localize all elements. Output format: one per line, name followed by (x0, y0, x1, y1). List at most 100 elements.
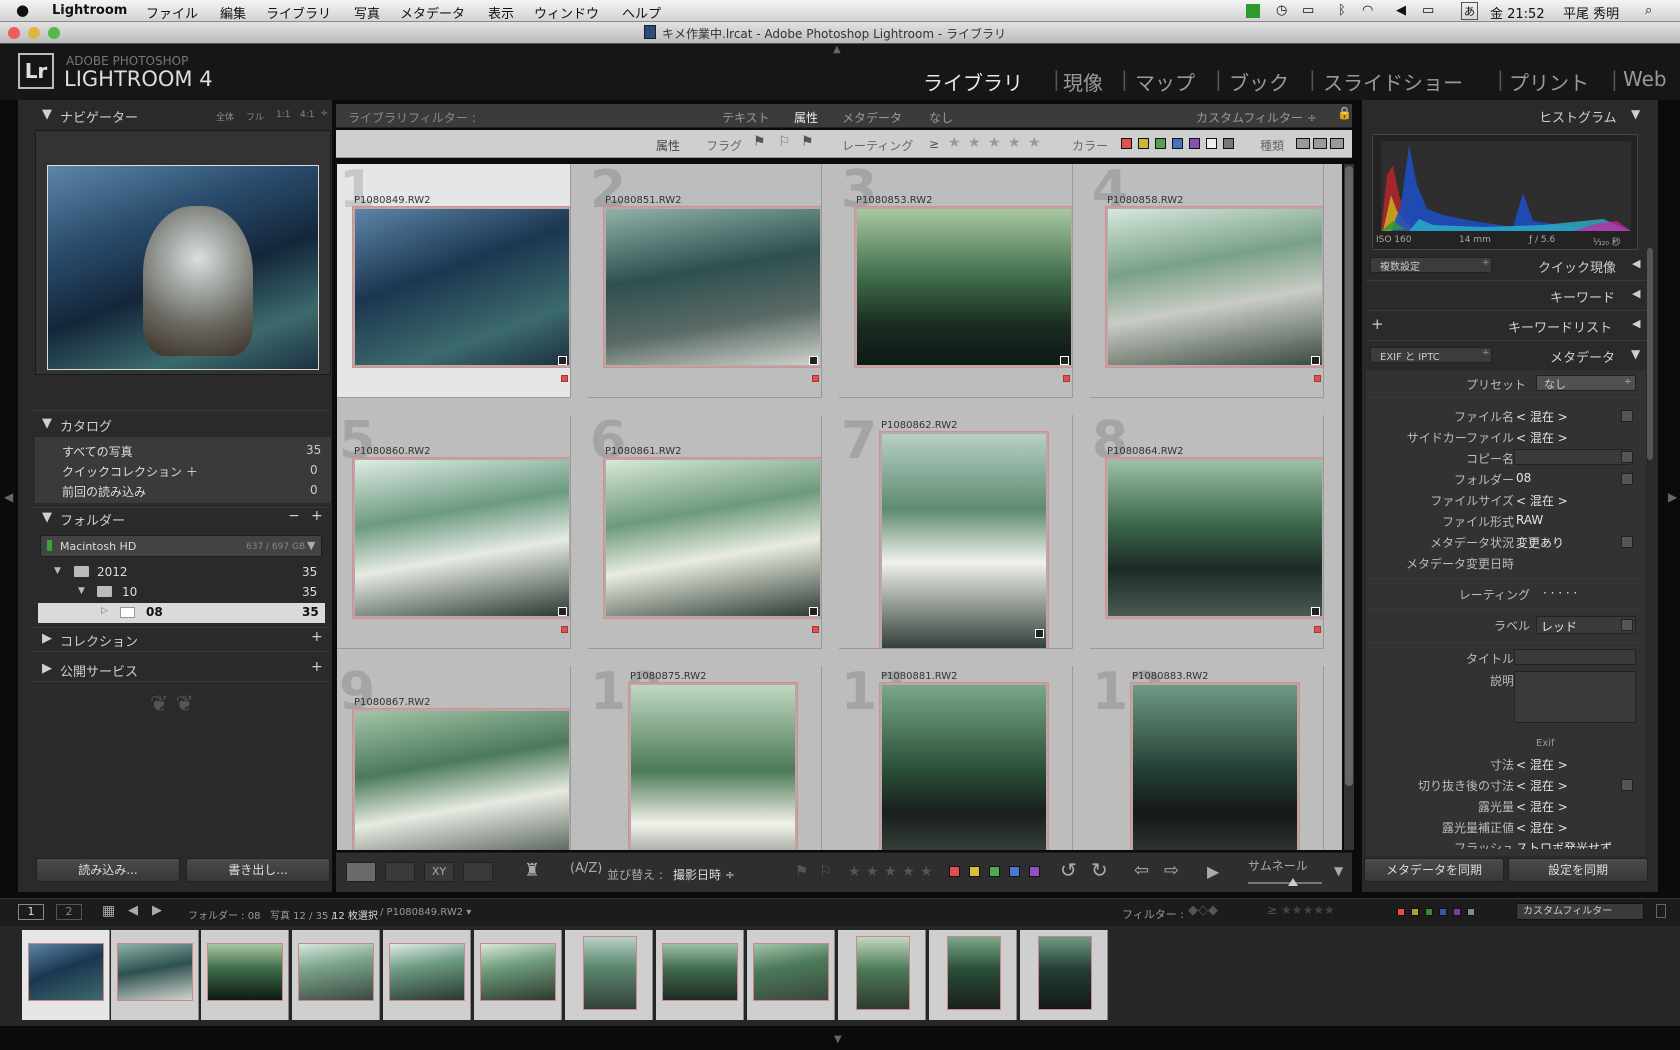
copy-name-field[interactable] (1514, 449, 1630, 465)
photo-thumbnail[interactable] (353, 709, 570, 850)
filmstrip-thumbnail[interactable] (583, 936, 637, 1010)
rating-star-icon[interactable]: ★ (968, 135, 981, 151)
photo-thumbnail[interactable] (1106, 207, 1323, 367)
toolbar-star-icon[interactable]: ★ (884, 864, 897, 880)
minimize-button[interactable] (28, 27, 40, 39)
status-app-icon[interactable] (1246, 4, 1260, 18)
color-filter-red[interactable] (1121, 138, 1132, 149)
input-method-icon[interactable]: あ (1461, 2, 1478, 20)
filmstrip-thumbnail[interactable] (298, 943, 374, 1001)
filmstrip-thumbnail[interactable] (753, 943, 829, 1001)
thumbnail-size-slider[interactable] (1248, 882, 1322, 884)
zoom-1-1[interactable]: 1:1 (276, 110, 290, 120)
filmstrip-thumbnail[interactable] (480, 943, 556, 1001)
sort-select[interactable]: 撮影日時 ÷ (673, 866, 735, 883)
sort-direction-icon[interactable]: (A/Z) (570, 861, 602, 876)
grid-cell[interactable]: 10 P1080875.RW2 (588, 666, 822, 850)
filmstrip-cell[interactable] (1020, 930, 1108, 1020)
filmstrip-thumbnail[interactable] (28, 943, 104, 1001)
play-slideshow-icon[interactable]: ▶ (1207, 862, 1219, 881)
filmstrip-cell[interactable] (656, 930, 744, 1020)
keyword-list-expand-icon[interactable]: ◀ (1632, 317, 1640, 330)
caption-field[interactable] (1514, 671, 1636, 723)
folder-10[interactable]: 10 (122, 585, 137, 599)
custom-filter-select[interactable]: カスタムフィルター ÷ (1196, 109, 1317, 126)
menu-metadata[interactable]: メタデータ (400, 3, 465, 22)
folder-2012[interactable]: 2012 (97, 565, 128, 579)
catalog-item-quick-collection[interactable]: クイックコレクション ＋ (62, 463, 198, 480)
grid-cell[interactable]: 6 P1080861.RW2 (588, 415, 822, 649)
quick-develop-title[interactable]: クイック現像 (1538, 257, 1616, 276)
add-keyword-button[interactable]: + (1371, 315, 1384, 333)
filmstrip-source[interactable]: フォルダー : 08 (188, 907, 260, 922)
color-filter-yellow[interactable] (1138, 138, 1149, 149)
zoom-fill[interactable]: フル (246, 110, 264, 123)
histogram[interactable]: ISO 160 14 mm ƒ / 5.6 ¹⁄₃₂₀ 秒 (1372, 134, 1638, 250)
folders-title[interactable]: フォルダー (60, 510, 125, 529)
meta-value-filename[interactable]: < 混在 > (1516, 408, 1568, 425)
photo-thumbnail[interactable] (880, 683, 1048, 850)
filmstrip-color-blue[interactable] (1439, 908, 1447, 916)
edited-badge-icon[interactable] (809, 356, 818, 365)
time-machine-icon[interactable]: ◷ (1276, 3, 1287, 18)
photo-thumbnail[interactable] (1131, 683, 1299, 850)
survey-view-icon[interactable] (463, 862, 493, 882)
folder-disclosure-icon[interactable]: ▼ (54, 566, 61, 576)
toolbar-label-purple[interactable] (1029, 866, 1040, 877)
menu-help[interactable]: ヘルプ (622, 3, 661, 22)
grid-view-icon[interactable]: ▦ (102, 903, 115, 919)
folder-row-selected[interactable] (38, 603, 325, 623)
grid-cell[interactable]: 3 P1080853.RW2 (839, 164, 1073, 398)
filmstrip-cell[interactable] (383, 930, 471, 1020)
filmstrip-color-other[interactable] (1467, 908, 1475, 916)
rating-star-icon[interactable]: ★ (1028, 135, 1041, 151)
filmstrip-cell[interactable] (474, 930, 562, 1020)
menu-view[interactable]: 表示 (488, 3, 514, 22)
filmstrip-cell[interactable] (565, 930, 653, 1020)
rating-star-icon[interactable]: ★ (948, 135, 961, 151)
menu-app[interactable]: Lightroom (52, 3, 127, 18)
filmstrip-cell[interactable] (22, 930, 110, 1020)
rating-star-icon[interactable]: ★ (1008, 135, 1021, 151)
battery-icon[interactable]: ▭ (1422, 3, 1434, 18)
filmstrip-color-purple[interactable] (1453, 908, 1461, 916)
wifi-icon[interactable]: ◠ (1362, 3, 1373, 18)
toolbar-menu-icon[interactable]: ▼ (1334, 864, 1343, 878)
menu-edit[interactable]: 編集 (220, 3, 246, 22)
kind-master-icon[interactable] (1296, 138, 1310, 149)
module-library[interactable]: ライブラリ (923, 67, 1023, 96)
flag-pick-icon[interactable]: ⚑ (753, 134, 766, 150)
filter-tab-text[interactable]: テキスト (722, 109, 770, 126)
grid-cell[interactable]: 8 P1080864.RW2 (1090, 415, 1324, 649)
menu-clock[interactable]: 金 21:52 (1490, 3, 1545, 22)
module-print[interactable]: プリント (1509, 67, 1589, 96)
color-filter-blue[interactable] (1172, 138, 1183, 149)
toolbar-star-icon[interactable]: ★ (866, 864, 879, 880)
color-filter-green[interactable] (1155, 138, 1166, 149)
sync-metadata-button[interactable]: メタデータを同期 (1364, 858, 1504, 882)
edited-badge-icon[interactable] (1035, 629, 1044, 638)
navigator-title[interactable]: ナビゲーター (60, 107, 138, 126)
module-web[interactable]: Web (1623, 67, 1667, 91)
spotlight-icon[interactable]: ⌕ (1645, 3, 1652, 18)
grid-view-icon[interactable] (346, 862, 376, 882)
flag-pick-icon[interactable]: ⚑ (795, 862, 808, 880)
add-publish-service-button[interactable]: + (311, 659, 323, 675)
filmstrip-cell[interactable] (929, 930, 1017, 1020)
edited-badge-icon[interactable] (558, 607, 567, 616)
import-button[interactable]: 読み込み... (36, 858, 180, 882)
zoom-stepper-icon[interactable]: ÷ (320, 108, 328, 119)
photo-thumbnail[interactable] (855, 207, 1072, 367)
menu-window[interactable]: ウィンドウ (534, 3, 599, 22)
grid-cell[interactable]: 5 P1080860.RW2 (337, 415, 571, 649)
filter-tab-none[interactable]: なし (929, 109, 953, 126)
rating-star-icon[interactable]: ★ (988, 135, 1001, 151)
module-map[interactable]: マップ (1135, 67, 1195, 96)
menu-photo[interactable]: 写真 (354, 3, 380, 22)
navigator-preview[interactable] (47, 165, 319, 370)
toolbar-label-yellow[interactable] (969, 866, 980, 877)
publish-title[interactable]: 公開サービス (60, 661, 138, 680)
thumbnail-size-handle[interactable] (1288, 878, 1298, 886)
meta-rating-dots[interactable]: · · · · · (1543, 586, 1577, 600)
filter-tab-attribute[interactable]: 属性 (794, 109, 818, 126)
